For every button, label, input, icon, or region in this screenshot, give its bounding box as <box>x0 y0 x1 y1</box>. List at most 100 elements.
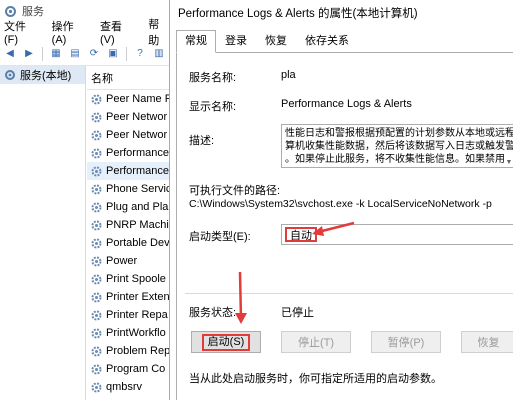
stop-button[interactable]: 停止(T) <box>281 331 351 353</box>
service-name: Print Spoole <box>106 273 166 285</box>
list-item[interactable]: Peer Networ <box>87 108 170 126</box>
service-gear-icon <box>91 220 102 230</box>
service-status-value: 已停止 <box>281 307 314 319</box>
service-name-label: 服务名称: <box>189 72 237 84</box>
dialog-tabs: 常规 登录 恢复 依存关系 <box>176 30 358 53</box>
service-gear-icon <box>91 130 102 140</box>
service-name: Printer Exten <box>106 291 170 303</box>
services-gear-icon <box>4 5 17 18</box>
tab-recovery[interactable]: 恢复 <box>256 30 296 52</box>
startup-type-dropdown[interactable]: 自动 <box>281 224 513 245</box>
start-button[interactable]: 启动(S) <box>191 331 261 353</box>
start-button-label: 启动(S) <box>201 333 251 351</box>
exe-path-value: C:\Windows\System32\svchost.exe -k Local… <box>189 198 492 210</box>
service-gear-icon <box>91 94 102 104</box>
service-gear-icon <box>91 202 102 212</box>
tab-logon[interactable]: 登录 <box>216 30 256 52</box>
list-item[interactable]: Program Co <box>87 360 170 378</box>
service-name: Peer Networ <box>106 129 168 141</box>
list-item[interactable]: Print Spoole <box>87 270 170 288</box>
service-gear-icon <box>91 382 102 392</box>
service-gear-icon <box>91 364 102 374</box>
service-name: Printer Repa <box>106 309 168 321</box>
service-name: Power <box>106 255 138 267</box>
service-name: Plug and Pla <box>106 201 169 213</box>
service-name: Portable Dev <box>106 237 170 249</box>
list-item[interactable]: Printer Exten <box>87 288 170 306</box>
service-gear-icon <box>91 238 102 248</box>
scroll-down-icon[interactable]: ▼ <box>506 156 513 167</box>
console-tree: 服务(本地) <box>0 66 86 400</box>
tab-dependencies[interactable]: 依存关系 <box>296 30 358 52</box>
services-window-title: 服务 <box>22 6 44 18</box>
services-gear-icon <box>5 70 15 80</box>
refresh-icon[interactable]: ⟳ <box>86 46 102 62</box>
general-tab-panel: 服务名称: pla 显示名称: Performance Logs & Alert… <box>176 52 513 400</box>
list-item[interactable]: Portable Dev <box>87 234 170 252</box>
service-name: qmbsrv <box>106 381 143 393</box>
service-gear-icon <box>91 292 102 302</box>
list-item[interactable]: qmbsrv <box>87 378 170 396</box>
service-gear-icon <box>91 256 102 266</box>
service-gear-icon <box>91 112 102 122</box>
help-icon[interactable]: ? <box>132 46 148 62</box>
tab-general[interactable]: 常规 <box>176 30 216 53</box>
description-line: 性能日志和警报根据预配置的计划参数从本地或远程 <box>285 128 513 139</box>
service-name: Peer Networ <box>106 111 168 123</box>
list-item[interactable]: Performance <box>87 162 170 180</box>
dialog-title: Performance Logs & Alerts 的属性(本地计算机) <box>170 0 513 26</box>
list-item[interactable]: Printer Repa <box>87 306 170 324</box>
service-name: Program Co <box>106 363 166 375</box>
startup-type-label: 启动类型(E): <box>189 231 251 243</box>
back-arrow-icon[interactable]: ◀ <box>2 46 18 62</box>
list-item[interactable]: Plug and Pla <box>87 198 170 216</box>
list-item[interactable]: Power <box>87 252 170 270</box>
service-name-value: pla <box>281 69 296 81</box>
service-name: PNRP Machin <box>106 219 170 231</box>
service-gear-icon <box>91 346 102 356</box>
service-name: Performance <box>106 147 169 159</box>
properties-dialog: Performance Logs & Alerts 的属性(本地计算机) 常规 … <box>169 0 513 400</box>
service-gear-icon <box>91 310 102 320</box>
service-gear-icon <box>91 328 102 338</box>
list-item[interactable]: PrintWorkflo <box>87 324 170 342</box>
action-pane-icon[interactable]: ▥ <box>151 46 167 62</box>
resume-button[interactable]: 恢复 <box>461 331 513 353</box>
pause-button[interactable]: 暂停(P) <box>371 331 441 353</box>
service-name: PrintWorkflo <box>106 327 166 339</box>
service-gear-icon <box>91 184 102 194</box>
services-menubar: 文件(F) 操作(A) 查看(V) 帮助 <box>0 19 170 47</box>
display-name-value: Performance Logs & Alerts <box>281 98 412 110</box>
toolbar-separator <box>42 46 43 61</box>
tree-item-services-local[interactable]: 服务(本地) <box>0 66 85 84</box>
service-status-label: 服务状态: <box>189 307 237 319</box>
list-item[interactable]: Problem Rep <box>87 342 170 360</box>
services-rows: Peer Name Re Peer Networ Peer Networ Perfor… <box>87 90 170 396</box>
service-name: Performance <box>106 165 169 177</box>
description-label: 描述: <box>189 135 215 147</box>
list-item[interactable]: Peer Networ <box>87 126 170 144</box>
start-parameters-hint: 当从此处启动服务时，你可指定所适用的启动参数。 <box>189 373 442 385</box>
description-line: 算机收集性能数据，然后将该数据写入日志或触发警 <box>285 141 513 152</box>
display-name-label: 显示名称: <box>189 101 237 113</box>
list-item[interactable]: Phone Servic <box>87 180 170 198</box>
properties-icon[interactable]: ▤ <box>67 46 83 62</box>
services-window: 服务 文件(F) 操作(A) 查看(V) 帮助 ◀ ▶ ▦ ▤ ⟳ ▣ ? ▥ … <box>0 0 170 400</box>
description-textbox[interactable]: 性能日志和警报根据预配置的计划参数从本地或远程 算机收集性能数据，然后将该数据写… <box>281 124 513 168</box>
console-tree-icon[interactable]: ▦ <box>48 46 64 62</box>
export-icon[interactable]: ▣ <box>105 46 121 62</box>
list-item[interactable]: Peer Name Re <box>87 90 170 108</box>
description-line: 。如果停止此服务，将不收集性能信息。如果禁用 <box>285 154 505 165</box>
exe-path-label: 可执行文件的路径: <box>189 185 281 197</box>
service-gear-icon <box>91 274 102 284</box>
service-gear-icon <box>91 148 102 158</box>
scroll-up-icon[interactable]: ▲ <box>506 125 513 138</box>
services-list: 名称 Peer Name Re Peer Networ Peer Networ Per… <box>87 66 170 400</box>
description-scrollbar[interactable]: ▲ ▼ <box>503 125 513 167</box>
list-item[interactable]: PNRP Machin <box>87 216 170 234</box>
forward-arrow-icon[interactable]: ▶ <box>21 46 37 62</box>
list-item[interactable]: Performance <box>87 144 170 162</box>
column-header-name[interactable]: 名称 <box>87 66 170 90</box>
services-toolbar: ◀ ▶ ▦ ▤ ⟳ ▣ ? ▥ <box>0 42 170 66</box>
service-name: Phone Servic <box>106 183 170 195</box>
